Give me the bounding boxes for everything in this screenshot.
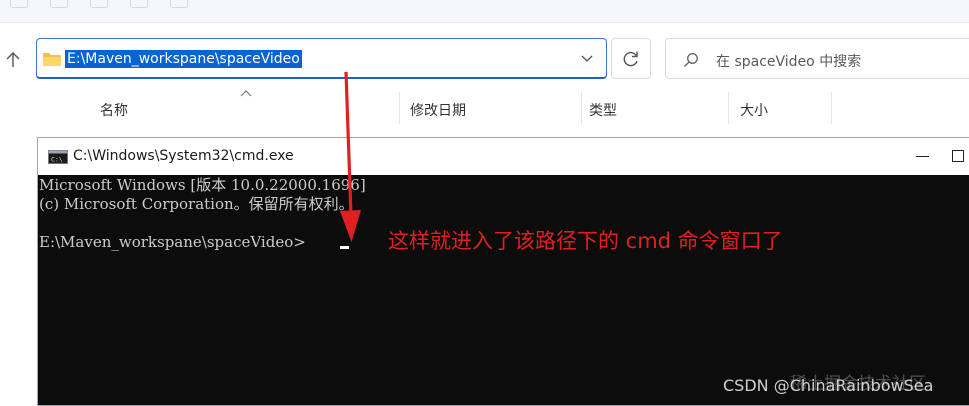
address-bar[interactable]: E:\Maven_workspane\spaceVideo (36, 38, 607, 79)
column-header-type[interactable]: 类型 (589, 100, 617, 120)
sort-chevron-icon (240, 90, 252, 97)
minimize-icon[interactable] (908, 148, 938, 166)
search-icon (684, 53, 698, 67)
up-arrow-icon[interactable] (4, 52, 22, 68)
svg-text:C:\: C:\ (51, 156, 63, 164)
column-divider[interactable] (728, 92, 729, 124)
column-header-modified[interactable]: 修改日期 (410, 100, 466, 120)
console-line: (c) Microsoft Corporation。保留所有权利。 (39, 195, 354, 213)
console-line: Microsoft Windows [版本 10.0.22000.1696] (39, 176, 366, 194)
toolbar-icon[interactable] (130, 0, 148, 8)
cmd-window-title: C:\Windows\System32\cmd.exe (73, 148, 294, 164)
toolbar-icon[interactable] (170, 0, 188, 8)
column-divider[interactable] (831, 92, 832, 124)
column-divider[interactable] (581, 92, 582, 124)
annotation-arrow-icon (340, 71, 361, 242)
console-prompt-line: E:\Maven_workspane\spaceVideo> (39, 233, 306, 251)
search-placeholder: 在 spaceVideo 中搜索 (716, 54, 862, 70)
cmd-window[interactable]: C:\ C:\Windows\System32\cmd.exe Microsof… (37, 137, 969, 406)
cmd-app-icon: C:\ (48, 150, 68, 164)
address-path-text[interactable]: E:\Maven_workspane\spaceVideo (65, 50, 302, 68)
toolbar-icon[interactable] (10, 0, 28, 8)
maximize-icon[interactable] (952, 150, 964, 162)
column-header-name[interactable]: 名称 (100, 100, 128, 120)
column-header-size[interactable]: 大小 (740, 100, 768, 120)
toolbar-icon[interactable] (90, 0, 108, 8)
folder-icon (43, 53, 61, 66)
cmd-titlebar[interactable]: C:\ C:\Windows\System32\cmd.exe (38, 138, 969, 175)
chevron-down-icon[interactable] (581, 55, 593, 63)
refresh-button[interactable] (611, 38, 651, 79)
watermark: CSDN @ChinaRainbowSea (723, 376, 934, 395)
search-box[interactable]: 在 spaceVideo 中搜索 (665, 38, 969, 79)
annotation-text: 这样就进入了该路径下的 cmd 命令窗口了 (388, 229, 783, 253)
toolbar-icon[interactable] (50, 0, 68, 8)
explorer-toolbar-strip (0, 0, 969, 23)
column-divider[interactable] (399, 92, 400, 124)
refresh-icon (623, 51, 638, 67)
